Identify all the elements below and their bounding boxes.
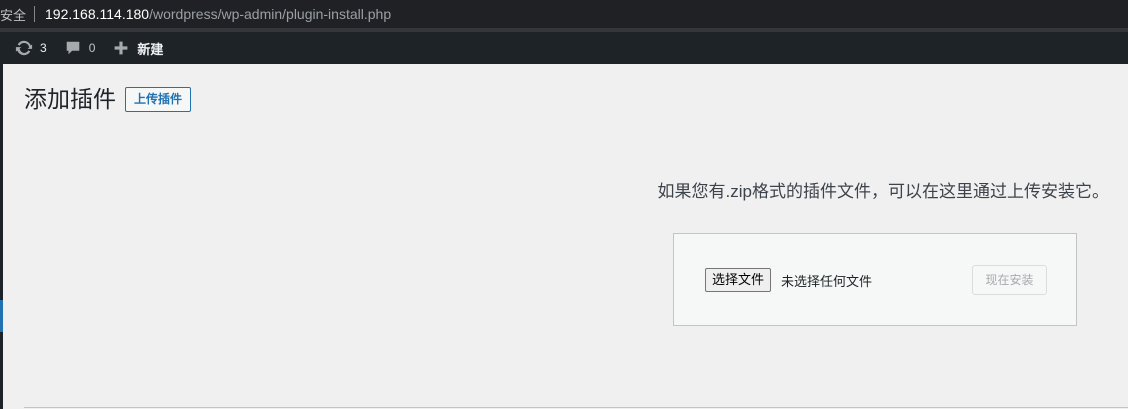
file-status-text: 未选择任何文件 <box>781 275 873 290</box>
help-text-post: 格式的插件文件，可以在这里通过上传安装它。 <box>752 182 1109 202</box>
url-path[interactable]: /wordpress/wp-admin/plugin-install.php <box>149 6 391 22</box>
admin-bar-new[interactable]: 新建 <box>103 32 171 64</box>
security-label[interactable]: 安全 <box>0 5 26 24</box>
upload-plugin-toggle-button[interactable]: 上传插件 <box>125 87 192 112</box>
address-separator <box>34 6 36 22</box>
plus-icon <box>111 38 131 58</box>
admin-menu-edge <box>0 64 3 409</box>
new-label: 新建 <box>137 42 164 58</box>
upload-help-text: 如果您有.zip格式的插件文件，可以在这里通过上传安装它。 <box>658 177 1109 202</box>
comment-icon <box>63 38 83 58</box>
wp-admin-bar: 3 0 新建 <box>0 32 1128 64</box>
url-host[interactable]: 192.168.114.180 <box>45 6 149 22</box>
page-title: 添加插件 <box>24 87 116 113</box>
refresh-icon <box>14 38 34 58</box>
bottom-divider <box>24 407 1128 408</box>
choose-file-button[interactable]: 选择文件 <box>705 268 772 292</box>
help-text-pre: 如果您有 <box>657 182 726 202</box>
admin-menu-current-indicator <box>0 300 3 332</box>
help-text-ext: .zip <box>725 182 752 201</box>
browser-address-bar[interactable]: 安全 192.168.114.180/wordpress/wp-admin/pl… <box>0 0 1128 28</box>
updates-count: 3 <box>40 41 47 55</box>
upload-plugin-form: 选择文件 未选择任何文件 现在安装 <box>673 233 1077 326</box>
comments-count: 0 <box>88 41 96 55</box>
install-now-button[interactable]: 现在安装 <box>972 265 1047 295</box>
admin-bar-updates[interactable]: 3 <box>0 32 55 64</box>
admin-bar-comments[interactable]: 0 <box>55 32 104 64</box>
